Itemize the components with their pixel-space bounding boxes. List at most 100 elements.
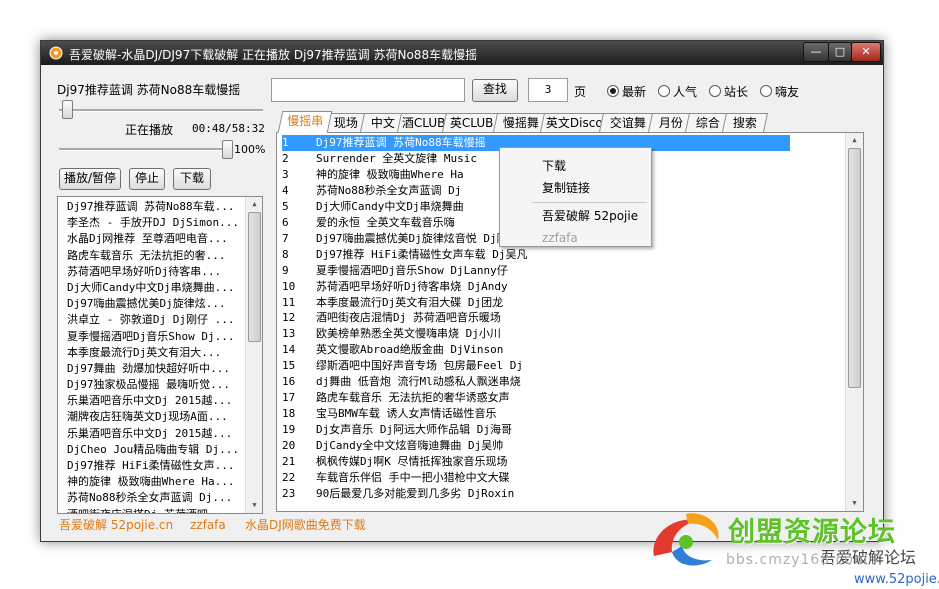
track-number: 4 bbox=[282, 183, 289, 197]
playlist-item[interactable]: Dj97独家极品慢摇 最嗨听觉... bbox=[58, 377, 244, 393]
sort-label: 站长 bbox=[724, 85, 749, 99]
track-row[interactable]: 10 苏荷酒吧早场好听Dj待客串烧 DjAndy bbox=[282, 279, 508, 295]
status-site[interactable]: 吾爱破解 52pojie.cn bbox=[59, 515, 173, 535]
track-row[interactable]: 14 英文慢歌Abroad绝版金曲 DjVinson bbox=[282, 342, 503, 358]
track-number: 1 bbox=[282, 136, 289, 149]
tab-0[interactable]: 慢摇串 bbox=[277, 111, 333, 133]
playlist-item[interactable]: Dj97嗨曲震撼优美Dj旋律炫... bbox=[58, 296, 244, 312]
playlist-item[interactable]: 本季度最流行Dj英文有泪大... bbox=[58, 345, 244, 361]
progress-track[interactable] bbox=[59, 109, 263, 112]
track-row[interactable]: 21 枫枫传媒Dj啊K 尽情抵挥独家音乐现场 bbox=[282, 454, 508, 470]
play-time: 00:48/58:32 bbox=[192, 122, 265, 135]
playlist-item[interactable]: 水晶Dj网推荐 至尊酒吧电音... bbox=[58, 231, 244, 247]
playlist-item[interactable]: 洪卓立 - 弥敦道Dj Dj刚仔 ... bbox=[58, 312, 244, 328]
playlist-item[interactable]: 乐巢酒吧音乐中文Dj 2015越... bbox=[58, 426, 244, 442]
playlist-item[interactable]: 潮牌夜店狂嗨英文Dj现场A面... bbox=[58, 409, 244, 425]
tab-6[interactable]: 英文Disco bbox=[539, 113, 609, 132]
playlist-item[interactable]: 乐巢酒吧音乐中文Dj 2015越... bbox=[58, 393, 244, 409]
track-row[interactable]: 9 夏季慢摇酒吧Dj音乐Show DjLanny仔 bbox=[282, 263, 508, 279]
sort-radio-newest[interactable]: 最新 bbox=[607, 83, 646, 100]
watermark-logo-icon bbox=[653, 513, 719, 566]
track-row[interactable]: 3 神的旋律 极致嗨曲Where Ha bbox=[282, 167, 464, 183]
track-number: 7 bbox=[282, 231, 289, 245]
track-row[interactable]: 22 车载音乐伴侣 手中一把小猎枪中文大碟 bbox=[282, 470, 510, 486]
context-menu-separator bbox=[532, 202, 647, 203]
maximize-button[interactable]: □ bbox=[828, 42, 852, 62]
scroll-up-arrow-icon[interactable]: ▲ bbox=[846, 133, 863, 148]
track-list-scrollbar[interactable]: ▲ ▼ bbox=[845, 133, 863, 511]
close-button[interactable]: ✕ bbox=[851, 42, 881, 62]
minimize-button[interactable]: — bbox=[803, 42, 829, 62]
track-number: 19 bbox=[282, 423, 296, 437]
title-bar[interactable]: 吾爱破解-水晶DJ/DJ97下载破解 正在播放 Dj97推荐蓝调 苏荷No88车… bbox=[41, 41, 883, 65]
track-row[interactable]: 13 欧美榜单熟悉全英文慢嗨串烧 Dj小川 bbox=[282, 326, 501, 342]
playlist-item[interactable]: 夏季慢摇酒吧Dj音乐Show Dj... bbox=[58, 329, 244, 345]
sort-radio-fans[interactable]: 嗨友 bbox=[760, 83, 799, 100]
track-row[interactable]: 4 苏荷No88秒杀全女声蓝调 Dj bbox=[282, 183, 461, 199]
sort-radio-popular[interactable]: 人气 bbox=[658, 83, 697, 100]
tab-10[interactable]: 搜索 bbox=[721, 113, 769, 132]
context-menu-download[interactable]: 下载 bbox=[500, 156, 651, 176]
stop-button[interactable]: 停止 bbox=[129, 168, 165, 190]
track-title: 酒吧街夜店混情Dj 苏荷酒吧音乐暖场 bbox=[316, 311, 501, 325]
progress-slider-thumb[interactable] bbox=[61, 100, 73, 119]
context-menu-52pojie[interactable]: 吾爱破解 52pojie bbox=[500, 206, 651, 226]
track-number: 11 bbox=[282, 295, 296, 309]
playlist-item[interactable]: 酒吧街夜店混搭Dj 苏荷酒吧... bbox=[58, 507, 244, 513]
track-title: 爱的永恒 全英文车载音乐嗨 bbox=[316, 215, 455, 229]
context-menu-zzfafa: zzfafa bbox=[542, 231, 578, 245]
scroll-down-arrow-icon[interactable]: ▼ bbox=[246, 498, 262, 513]
watermark: 吾爱破解论坛 创盟资源论坛 bbs.cmzy168.com www.52poji… bbox=[642, 500, 939, 589]
sort-radio-admin[interactable]: 站长 bbox=[709, 83, 748, 100]
download-button[interactable]: 下载 bbox=[173, 168, 211, 190]
playlist-item[interactable]: 苏荷No88秒杀全女声蓝调 Dj... bbox=[58, 490, 244, 506]
playlist-item[interactable]: 苏荷酒吧早场好听Dj待客串... bbox=[58, 264, 244, 280]
track-title: Dj女声音乐 Dj阿远大师作品辑 Dj海哥 bbox=[316, 423, 512, 437]
scroll-up-arrow-icon[interactable]: ▲ bbox=[246, 197, 262, 212]
playlist-item[interactable]: DjCheo Jou精品嗨曲专辑 Dj... bbox=[58, 442, 244, 458]
track-row[interactable]: 15 缪斯酒吧中国好声音专场 包房最Feel Dj bbox=[282, 358, 523, 374]
playlist-item[interactable]: 神的旋律 极致嗨曲Where Ha... bbox=[58, 474, 244, 490]
track-row[interactable]: 17 路虎车载音乐 无法抗拒的奢华诱惑女声 bbox=[282, 390, 510, 406]
track-list-scroll-thumb[interactable] bbox=[848, 148, 861, 388]
playlist-item[interactable]: Dj97舞曲 劲爆加快超好听中... bbox=[58, 361, 244, 377]
track-title: 车载音乐伴侣 手中一把小猎枪中文大碟 bbox=[316, 470, 510, 484]
track-row[interactable]: 18 宝马BMW车载 诱人女声情话磁性音乐 bbox=[282, 406, 497, 422]
sort-label: 最新 bbox=[622, 85, 647, 99]
playlist-item[interactable]: 路虎车载音乐 无法抗拒的奢... bbox=[58, 248, 244, 264]
track-row[interactable]: 11 本季度最流行Dj英文有泪大碟 Dj团龙 bbox=[282, 295, 503, 311]
track-row[interactable]: 12 酒吧街夜店混情Dj 苏荷酒吧音乐暖场 bbox=[282, 310, 501, 326]
play-pause-button[interactable]: 播放/暂停 bbox=[59, 168, 121, 190]
search-input[interactable] bbox=[271, 78, 465, 102]
track-row[interactable]: 8 Dj97推荐 HiFi柔情磁性女声车载 Dj吴凡 bbox=[282, 247, 527, 263]
playlist-item[interactable]: Dj97推荐 HiFi柔情磁性女声... bbox=[58, 458, 244, 474]
track-row[interactable]: 6 爱的永恒 全英文车载音乐嗨 bbox=[282, 215, 455, 231]
track-number: 16 bbox=[282, 375, 296, 389]
playlist: Dj97推荐蓝调 苏荷No88车载... 李圣杰 - 手放开DJ DjSimon.… bbox=[57, 196, 263, 514]
track-row[interactable]: 16 dj舞曲 低音炮 流行Ml动感私人飘迷串烧 bbox=[282, 374, 521, 390]
playlist-scrollbar[interactable]: ▲ ▼ bbox=[245, 197, 262, 513]
playlist-scroll-thumb[interactable] bbox=[248, 212, 261, 342]
track-title: 枫枫传媒Dj啊K 尽情抵挥独家音乐现场 bbox=[316, 455, 508, 468]
playlist-item[interactable]: 李圣杰 - 手放开DJ DjSimon... bbox=[58, 215, 244, 231]
track-title: Dj大师Candy中文Dj串烧舞曲 bbox=[316, 199, 464, 213]
track-row[interactable]: 7 Dj97嗨曲震撼优美Dj旋律炫音悦 Dj阿文 bbox=[282, 231, 519, 247]
search-button[interactable]: 查找 bbox=[472, 79, 518, 102]
track-row[interactable]: 20 DjCandy全中文炫音嗨迪舞曲 Dj吴帅 bbox=[282, 438, 503, 454]
context-menu: 下载 复制链接 吾爱破解 52pojie zzfafa bbox=[499, 147, 652, 247]
track-row[interactable]: 23 90后最爱几多对能爱到几多劣 DjRoxin bbox=[282, 486, 514, 502]
track-title: Dj97推荐 HiFi柔情磁性女声车载 Dj吴凡 bbox=[316, 247, 528, 261]
radio-icon bbox=[658, 85, 670, 97]
playlist-item[interactable]: Dj97推荐蓝调 苏荷No88车载... bbox=[58, 199, 244, 215]
watermark-bbs-text: bbs.cmzy168.com bbox=[726, 552, 869, 568]
track-row[interactable]: 19 Dj女声音乐 Dj阿远大师作品辑 Dj海哥 bbox=[282, 422, 512, 438]
track-number: 9 bbox=[282, 263, 289, 277]
track-row[interactable]: 2 Surrender 全英文旋律 Music bbox=[282, 151, 477, 167]
playlist-item[interactable]: Dj大师Candy中文Dj串烧舞曲... bbox=[58, 280, 244, 296]
track-title: 90后最爱几多对能爱到几多劣 DjRoxin bbox=[316, 486, 515, 500]
track-row[interactable]: 5 Dj大师Candy中文Dj串烧舞曲 bbox=[282, 199, 464, 215]
page-input[interactable]: 3 bbox=[528, 78, 568, 102]
context-menu-copy-link[interactable]: 复制链接 bbox=[500, 178, 651, 198]
volume-slider-thumb[interactable] bbox=[222, 140, 233, 159]
volume-track[interactable] bbox=[59, 148, 231, 151]
